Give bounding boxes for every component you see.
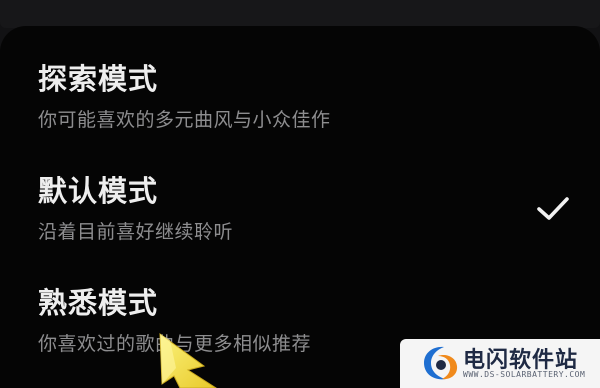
mode-option-title: 熟悉模式 bbox=[38, 286, 159, 320]
screen: 探索模式 你可能喜欢的多元曲风与小众佳作 默认模式 沿着目前喜好继续聆听 熟悉模… bbox=[0, 0, 600, 388]
mode-option-default[interactable]: 默认模式 沿着目前喜好继续聆听 bbox=[0, 168, 600, 278]
mode-option-description: 你可能喜欢的多元曲风与小众佳作 bbox=[38, 109, 331, 131]
mode-option-title: 默认模式 bbox=[38, 174, 159, 208]
ds-logo bbox=[424, 346, 458, 380]
background-strip bbox=[0, 0, 600, 28]
mode-option-description: 沿着目前喜好继续聆听 bbox=[38, 221, 234, 243]
mode-option-explore[interactable]: 探索模式 你可能喜欢的多元曲风与小众佳作 bbox=[0, 56, 600, 166]
mode-option-title: 探索模式 bbox=[38, 62, 159, 96]
watermark-url: WWW.DS-SOLARBATTERY.COM bbox=[463, 370, 586, 379]
arrow-pointer-icon bbox=[159, 332, 217, 388]
checkmark-icon bbox=[537, 197, 569, 220]
